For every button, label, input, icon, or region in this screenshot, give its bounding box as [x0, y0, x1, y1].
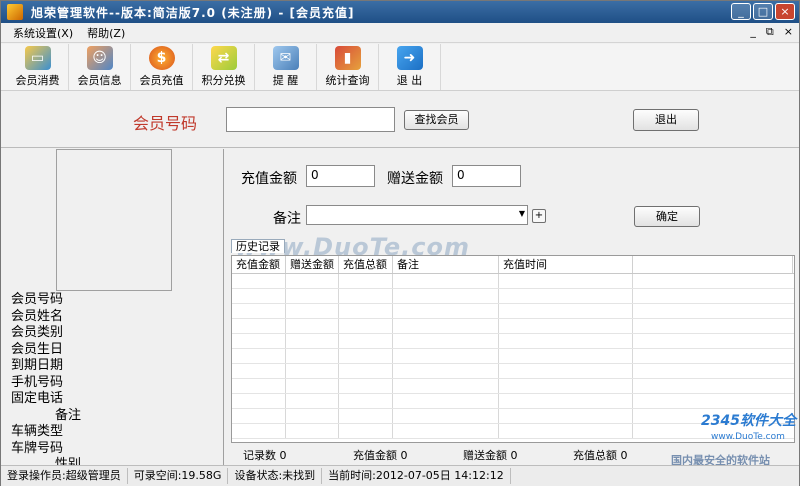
- field-vehicle-type: 车辆类型: [11, 424, 64, 439]
- confirm-button[interactable]: 确定: [634, 206, 700, 227]
- stats-icon: ▮: [334, 46, 361, 70]
- app-window: 旭荣管理软件--版本:简洁版7.0 (未注册) - [会员充值] _ □ × 系…: [0, 0, 800, 486]
- search-panel: 会员号码 查找会员 退出: [1, 92, 799, 148]
- toolbar-label: 会员信息: [77, 74, 122, 87]
- mdi-minimize-button[interactable]: _: [750, 25, 756, 39]
- bonus-label: 赠送金额: [387, 171, 443, 187]
- brand-url: www.DuoTe.com: [711, 432, 785, 442]
- history-table-header: 充值金额 赠送金额 充值总额 备注 充值时间: [232, 256, 794, 274]
- tab-history[interactable]: 历史记录: [231, 239, 285, 253]
- minimize-button[interactable]: _: [731, 3, 751, 20]
- menu-bar: 系统设置(X) 帮助(Z): [1, 23, 799, 43]
- brand-logo: 2345软件大全 www.DuoTe.com 国内最安全的软件站: [661, 406, 800, 467]
- table-row: [232, 334, 794, 349]
- app-icon: [7, 4, 23, 20]
- toolbar-member-info-button[interactable]: ☺ 会员信息: [69, 44, 131, 90]
- toolbar-member-consume-button[interactable]: ▭ 会员消费: [7, 44, 69, 90]
- member-no-label: 会员号码: [133, 114, 198, 133]
- mdi-close-button[interactable]: ×: [784, 25, 793, 39]
- table-row: [232, 289, 794, 304]
- field-member-birthday: 会员生日: [11, 341, 64, 357]
- table-row: [232, 304, 794, 319]
- exit-icon: ➜: [396, 46, 423, 70]
- toolbar-statistics-button[interactable]: ▮ 统计查询: [317, 44, 379, 90]
- toolbar-label: 积分兑换: [201, 74, 246, 87]
- find-member-button[interactable]: 查找会员: [404, 110, 469, 130]
- member-info-panel: 会员号码 会员姓名 会员类别 会员生日 到期日期 手机号码 固定电话 备注 车辆…: [1, 149, 224, 472]
- member-photo: [56, 149, 172, 291]
- table-row: [232, 319, 794, 334]
- status-time: 当前时间:2012-07-05日 14:12:12: [322, 468, 511, 484]
- member-no-input[interactable]: [226, 107, 395, 132]
- status-device: 设备状态:未找到: [228, 468, 323, 484]
- status-bar: 登录操作员:超级管理员 可录空间:19.58G 设备状态:未找到 当前时间:20…: [1, 465, 799, 486]
- column-recharge-time[interactable]: 充值时间: [499, 256, 633, 273]
- table-row: [232, 274, 794, 289]
- status-operator: 登录操作员:超级管理员: [1, 468, 128, 484]
- card-icon: ▭: [24, 46, 51, 70]
- mdi-controls: _ ⧉ ×: [750, 25, 793, 39]
- summary-recharge-amount: 充值金额 0: [353, 449, 408, 462]
- table-row: [232, 379, 794, 394]
- history-summary: 记录数 0 充值金额 0 赠送金额 0 充值总额 0: [243, 447, 683, 463]
- window-title: 旭荣管理软件--版本:简洁版7.0 (未注册) - [会员充值]: [31, 5, 355, 20]
- maximize-button[interactable]: □: [753, 3, 773, 20]
- table-row: [232, 364, 794, 379]
- title-bar: 旭荣管理软件--版本:简洁版7.0 (未注册) - [会员充值] _ □ ×: [1, 1, 799, 23]
- add-remark-button[interactable]: +: [532, 209, 546, 223]
- toolbar-label: 退 出: [396, 74, 423, 87]
- toolbar: ▭ 会员消费 ☺ 会员信息 $ 会员充值 ⇄ 积分兑换 ✉ 提 醒 ▮ 统计查询…: [1, 44, 799, 91]
- exit-button[interactable]: 退出: [633, 109, 699, 131]
- field-remark: 备注: [54, 407, 81, 423]
- field-member-type: 会员类别: [11, 325, 64, 340]
- toolbar-label: 会员充值: [139, 74, 184, 87]
- menu-help[interactable]: 帮助(Z): [87, 25, 125, 41]
- record-count: 记录数 0: [243, 449, 287, 462]
- field-expiry-date: 到期日期: [11, 358, 64, 373]
- exchange-icon: ⇄: [210, 46, 237, 70]
- mdi-restore-button[interactable]: ⧉: [766, 25, 774, 39]
- toolbar-member-recharge-button[interactable]: $ 会员充值: [131, 44, 193, 90]
- column-recharge-total[interactable]: 充值总额: [339, 256, 393, 273]
- amount-label: 充值金额: [241, 171, 297, 187]
- close-button[interactable]: ×: [775, 3, 795, 20]
- chevron-down-icon: ▼: [518, 209, 525, 218]
- toolbar-reminder-button[interactable]: ✉ 提 醒: [255, 44, 317, 90]
- table-row: [232, 349, 794, 364]
- toolbar-label: 提 醒: [272, 74, 299, 87]
- field-plate-no: 车牌号码: [11, 440, 64, 456]
- field-member-no: 会员号码: [11, 292, 64, 307]
- field-mobile: 手机号码: [11, 374, 64, 390]
- column-remark[interactable]: 备注: [393, 256, 499, 273]
- users-icon: ☺: [86, 46, 113, 70]
- amount-input[interactable]: 0: [306, 165, 375, 187]
- reminder-icon: ✉: [272, 46, 299, 70]
- toolbar-exit-button[interactable]: ➜ 退 出: [379, 44, 441, 90]
- status-space: 可录空间:19.58G: [128, 468, 229, 484]
- field-phone: 固定电话: [11, 391, 64, 406]
- summary-bonus-amount: 赠送金额 0: [463, 449, 518, 462]
- coin-icon: $: [148, 46, 175, 70]
- column-recharge-amount[interactable]: 充值金额: [232, 256, 286, 273]
- brand-name: 2345软件大全: [701, 413, 796, 429]
- toolbar-label: 统计查询: [325, 74, 370, 87]
- column-bonus-amount[interactable]: 赠送金额: [286, 256, 339, 273]
- field-member-name: 会员姓名: [11, 308, 64, 324]
- column-extra: [633, 256, 793, 273]
- remark-select[interactable]: ▼: [306, 205, 528, 225]
- member-field-list: 会员号码 会员姓名 会员类别 会员生日 到期日期 手机号码 固定电话 备注 车辆…: [11, 292, 81, 474]
- remark-label: 备注: [273, 211, 301, 227]
- bonus-input[interactable]: 0: [452, 165, 521, 187]
- toolbar-label: 会员消费: [15, 74, 60, 87]
- menu-system-settings[interactable]: 系统设置(X): [13, 25, 73, 41]
- toolbar-points-exchange-button[interactable]: ⇄ 积分兑换: [193, 44, 255, 90]
